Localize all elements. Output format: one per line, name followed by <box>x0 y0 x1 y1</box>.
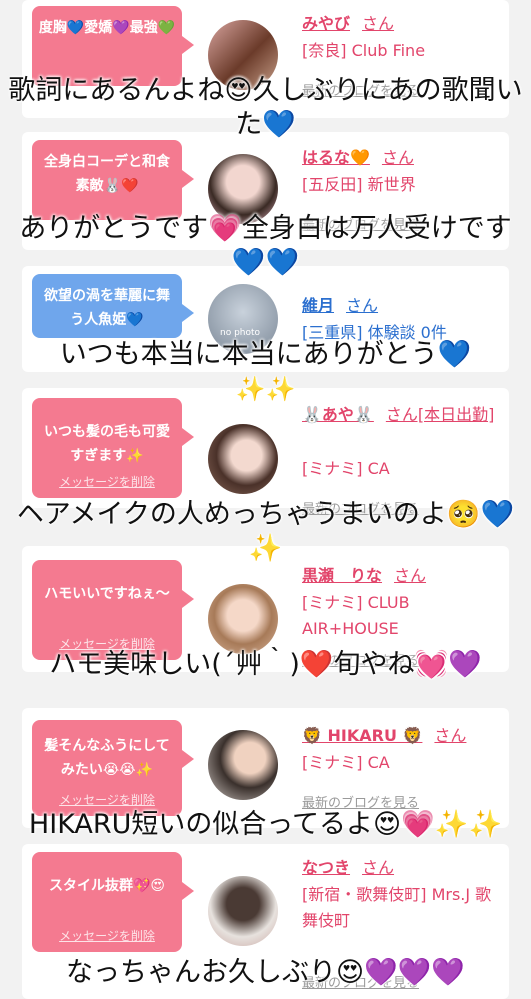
cast-name[interactable]: みやび さん <box>302 10 394 34</box>
message-text: 全身白コーデと和食素敵🐰❤️ <box>44 154 170 194</box>
avatar[interactable] <box>208 876 278 946</box>
avatar[interactable] <box>208 424 278 494</box>
message-text: 欲望の渦を華麗に舞う人魚姫💙 <box>44 288 170 328</box>
delete-message-link[interactable]: メッセージを削除 <box>32 924 182 948</box>
overlay-comment: ハモ美味しい(´艸｀)❤️旬やね💓💜 <box>49 649 482 680</box>
overlay-comment: ヘアメイクの人めっちゃうまいのよ🥺💙✨ <box>16 499 515 564</box>
shop-info[interactable]: [新宿・歌舞伎町] Mrs.J 歌舞伎町 <box>302 882 502 934</box>
message-text: ハモいいですねぇ〜 <box>44 586 170 602</box>
message-text: 度胸💙愛嬌💜最強💚 <box>38 20 176 36</box>
overlay-comment: ✨✨ <box>235 375 296 403</box>
shop-info[interactable]: [奈良] Club Fine <box>302 38 502 64</box>
message-card: いつも髪の毛も可愛すぎます✨ メッセージを削除 🐰あや🐰 さん[本日出勤] [ミナ… <box>22 388 509 517</box>
message-bubble: ハモいいですねぇ〜 メッセージを削除 <box>32 560 194 660</box>
overlay-comment: なっちゃんお久しぶり😍💜💜💜 <box>65 957 465 988</box>
avatar[interactable] <box>208 584 278 654</box>
avatar-placeholder-text: no photo <box>220 328 261 338</box>
message-bubble: スタイル抜群💖😍 メッセージを削除 <box>32 852 194 952</box>
overlay-comment: ありがとうです💗全身白は万人受けです💙💙 <box>19 213 512 278</box>
shop-info[interactable]: [ミナミ] CA <box>302 750 502 776</box>
cast-name[interactable]: なつき さん <box>302 854 394 878</box>
shop-info[interactable]: [ミナミ] CA <box>302 456 502 482</box>
shop-info[interactable]: [ミナミ] CLUB AIR+HOUSE <box>302 590 502 642</box>
avatar[interactable] <box>208 730 278 800</box>
message-bubble: 欲望の渦を華麗に舞う人魚姫💙 <box>32 274 194 338</box>
message-bubble: 髪そんなふうにしてみたい😭😭✨ メッセージを削除 <box>32 720 194 816</box>
cast-name[interactable]: 🦁 HIKARU 🦁 さん <box>302 722 466 746</box>
shop-info[interactable]: [五反田] 新世界 <box>302 172 502 198</box>
message-text: スタイル抜群💖😍 <box>48 878 166 894</box>
message-text: いつも髪の毛も可愛すぎます✨ <box>44 424 170 464</box>
message-bubble: いつも髪の毛も可愛すぎます✨ メッセージを削除 <box>32 398 194 498</box>
delete-message-link[interactable]: メッセージを削除 <box>32 470 182 494</box>
overlay-comment: HIKARU短いの似合ってるよ😍💗✨✨ <box>28 809 503 840</box>
overlay-comment: いつも本当に本当にありがとう💙 <box>59 339 472 370</box>
cast-name[interactable]: はるな🧡 さん <box>302 144 414 168</box>
overlay-comment: 歌詞にあるんよね😍久しぶりにあの歌聞いた💙 <box>8 75 523 140</box>
message-text: 髪そんなふうにしてみたい😭😭✨ <box>44 738 170 778</box>
message-bubble: 全身白コーデと和食素敵🐰❤️ <box>32 140 194 220</box>
cast-name[interactable]: 維月 さん <box>302 292 378 316</box>
